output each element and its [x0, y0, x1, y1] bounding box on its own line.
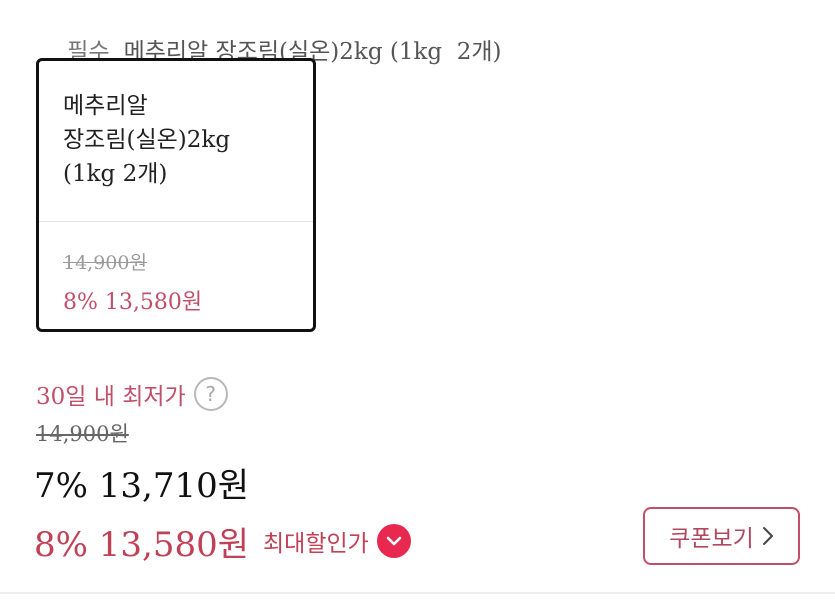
max-discount-price: 8% 13,580원: [34, 524, 249, 565]
lowest-price-row: 30일 내 최저가 ?: [36, 376, 228, 412]
max-discount-row: 8% 13,580원 최대할인가: [34, 517, 411, 565]
lowest-price-label: 30일 내 최저가: [36, 384, 186, 410]
coupon-view-button[interactable]: 쿠폰보기: [643, 507, 800, 565]
option-name: 메추리알 장조림(실온)2kg (1kg 2개): [63, 93, 231, 187]
chevron-down-icon[interactable]: [376, 524, 411, 558]
coupon-button-label: 쿠폰보기: [669, 526, 754, 552]
max-discount-label: 최대할인가: [263, 531, 369, 557]
original-price: 14,900원: [36, 422, 129, 446]
current-price: 7% 13,710원: [34, 466, 249, 506]
chevron-right-icon: [762, 526, 774, 546]
option-original-price: 14,900원: [63, 252, 147, 274]
option-card[interactable]: 메추리알 장조림(실온)2kg (1kg 2개) 14,900원 8% 13,5…: [36, 58, 316, 332]
question-circle-icon[interactable]: ?: [193, 377, 228, 411]
product-price-panel: 필수 메추리알 장조림(실온)2kg (1kg 2개) 메추리알 장조림(실온)2…: [0, 0, 835, 601]
option-divider: [39, 221, 313, 222]
bottom-divider: [0, 592, 835, 594]
option-sale-price: 8% 13,580원: [63, 290, 203, 315]
